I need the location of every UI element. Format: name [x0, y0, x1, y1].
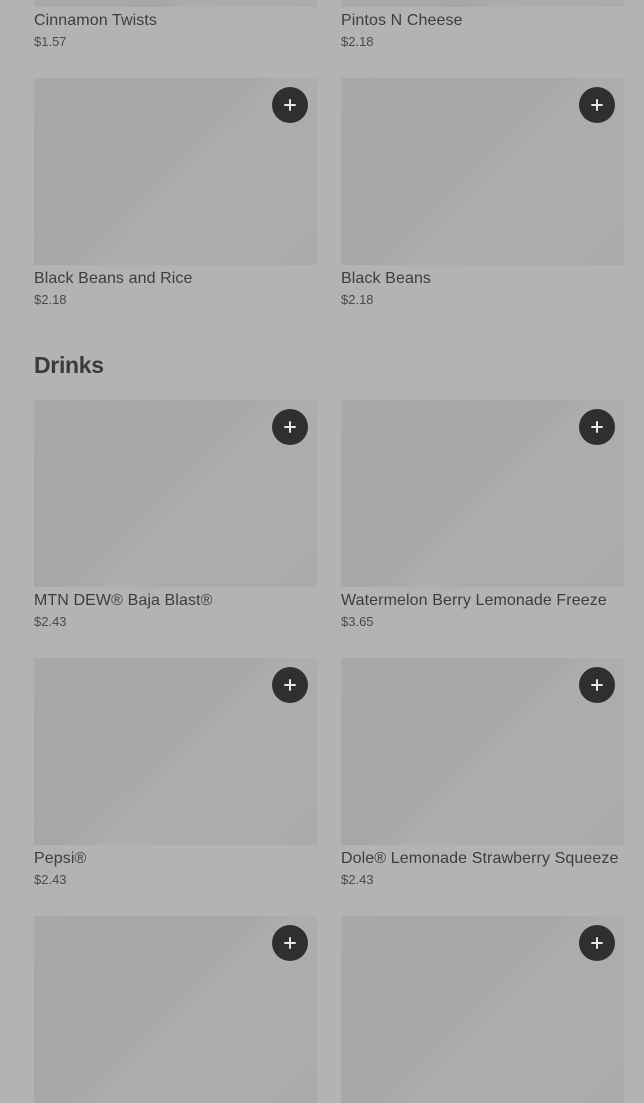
plus-icon — [283, 678, 297, 692]
plus-icon — [590, 936, 604, 950]
menu-item-price: $2.18 — [34, 292, 67, 307]
menu-item-price: $2.43 — [341, 872, 374, 887]
menu-item-image[interactable] — [341, 916, 624, 1103]
menu-item-image[interactable] — [34, 658, 317, 845]
menu-item-image[interactable] — [34, 78, 317, 265]
plus-icon — [283, 420, 297, 434]
plus-icon — [590, 678, 604, 692]
add-to-cart-button[interactable] — [579, 87, 615, 123]
menu-item-card[interactable]: Black Beans $2.18 — [341, 78, 624, 307]
menu-item-name: MTN DEW® Baja Blast® — [34, 592, 213, 609]
menu-page: Cinnamon Twists $1.57 Pintos N Cheese $2… — [0, 0, 644, 1103]
menu-item-price: $1.57 — [34, 34, 67, 49]
menu-item-card[interactable] — [34, 916, 317, 1103]
menu-item-name: Cinnamon Twists — [34, 12, 158, 29]
plus-icon — [283, 936, 297, 950]
menu-item-image[interactable] — [341, 78, 624, 265]
menu-item-card[interactable]: Black Beans and Rice $2.18 — [34, 78, 317, 307]
menu-item-image[interactable] — [34, 400, 317, 587]
menu-item-name: Pintos N Cheese — [341, 12, 463, 29]
menu-item-image[interactable] — [341, 658, 624, 845]
plus-icon — [590, 98, 604, 112]
menu-item-price: $2.18 — [341, 34, 374, 49]
menu-item-name: Black Beans and Rice — [34, 270, 193, 287]
menu-item-card[interactable]: MTN DEW® Baja Blast® $2.43 — [34, 400, 317, 629]
section-title-drinks: Drinks — [34, 352, 104, 378]
menu-item-name: Black Beans — [341, 270, 432, 287]
add-to-cart-button[interactable] — [272, 925, 308, 961]
menu-item-price: $3.65 — [341, 614, 374, 629]
menu-item-image[interactable] — [341, 400, 624, 587]
menu-item-name: Dole® Lemonade Strawberry Squeeze — [341, 850, 619, 867]
plus-icon — [590, 420, 604, 434]
menu-item-card[interactable]: Dole® Lemonade Strawberry Squeeze $2.43 — [341, 658, 624, 887]
menu-item-price: $2.43 — [34, 614, 67, 629]
add-to-cart-button[interactable] — [579, 667, 615, 703]
add-to-cart-button[interactable] — [272, 87, 308, 123]
menu-item-image[interactable] — [341, 0, 624, 7]
menu-item-name: Pepsi® — [34, 850, 87, 867]
add-to-cart-button[interactable] — [272, 409, 308, 445]
menu-item-price: $2.43 — [34, 872, 67, 887]
add-to-cart-button[interactable] — [579, 409, 615, 445]
menu-item-card[interactable]: Cinnamon Twists $1.57 — [34, 0, 317, 49]
menu-item-card[interactable]: Watermelon Berry Lemonade Freeze $3.65 — [341, 400, 624, 629]
menu-item-price: $2.18 — [341, 292, 374, 307]
menu-item-card[interactable]: Pintos N Cheese $2.18 — [341, 0, 624, 49]
menu-item-card[interactable] — [341, 916, 624, 1103]
menu-item-name: Watermelon Berry Lemonade Freeze — [341, 592, 607, 609]
plus-icon — [283, 98, 297, 112]
add-to-cart-button[interactable] — [272, 667, 308, 703]
menu-item-image[interactable] — [34, 0, 317, 7]
menu-item-image[interactable] — [34, 916, 317, 1103]
add-to-cart-button[interactable] — [579, 925, 615, 961]
menu-item-card[interactable]: Pepsi® $2.43 — [34, 658, 317, 887]
